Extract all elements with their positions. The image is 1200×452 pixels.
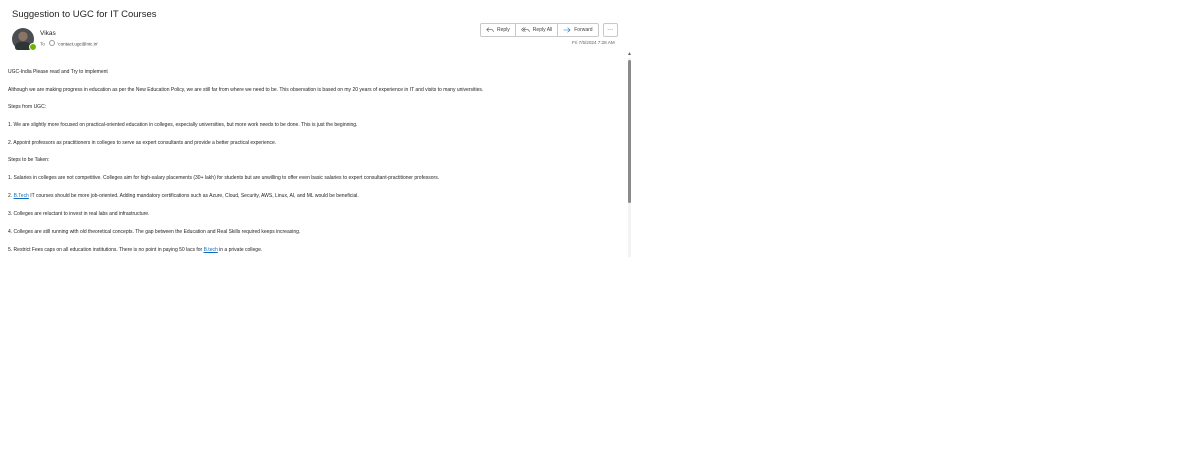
forward-icon [563,27,571,33]
body-paragraph: 3. Colleges are reluctant to invest in r… [8,211,150,217]
message-scrollbar[interactable]: ▲ [627,52,632,257]
message-timestamp: Fri 7/5/2024 7:28 AM [572,40,615,45]
btech-link[interactable]: B.tech [204,247,218,253]
reply-all-icon [520,27,530,33]
reply-button-group: Reply Reply All Forward [480,23,599,37]
reply-icon [486,27,494,33]
scroll-thumb[interactable] [628,60,631,203]
body-paragraph: Steps to be Taken: [8,157,50,163]
text-span: IT courses should be more job-oriented. … [28,193,359,199]
reply-label: Reply [497,27,510,33]
body-paragraph: 2. Appoint professors as practitioners i… [8,140,277,146]
reply-all-label: Reply All [532,27,553,33]
forward-button[interactable]: Forward [558,24,597,36]
message-actions: Reply Reply All Forward ··· [480,23,618,37]
body-paragraph: 1. Salaries in colleges are not competit… [8,175,440,181]
reply-all-button[interactable]: Reply All [516,24,559,36]
body-paragraph: 4. Colleges are still running with old t… [8,229,301,235]
more-icon: ··· [607,27,614,33]
body-paragraph: 5. Restrict Fees caps on all education i… [8,247,262,253]
recipient-address[interactable]: 'contact.ugc@nic.in' [57,42,98,47]
body-paragraph: 2. B.Tech IT courses should be more job-… [8,193,359,199]
body-paragraph: Although we are making progress in educa… [8,87,484,93]
to-label: To [40,41,45,47]
sender-name[interactable]: Vikas [40,30,56,37]
presence-indicator [29,43,37,51]
more-actions-button[interactable]: ··· [602,23,618,37]
email-subject: Suggestion to UGC for IT Courses [12,9,157,20]
body-paragraph: UGC-India Please read and Try to impleme… [8,69,108,75]
text-span: 5. Restrict Fees caps on all education i… [8,247,204,253]
btech-link[interactable]: B.Tech [14,193,29,199]
text-span: in a private college. [217,247,263,253]
reply-button[interactable]: Reply [481,24,516,36]
recipient-line: To 'contact.ugc@nic.in' [40,40,98,47]
scroll-up-arrow-icon[interactable]: ▲ [627,52,632,57]
recipient-status-icon [49,40,56,46]
forward-label: Forward [574,27,593,33]
body-paragraph: 1. We are slightly more focused on pract… [8,122,358,128]
body-paragraph: Steps from UGC: [8,104,47,110]
